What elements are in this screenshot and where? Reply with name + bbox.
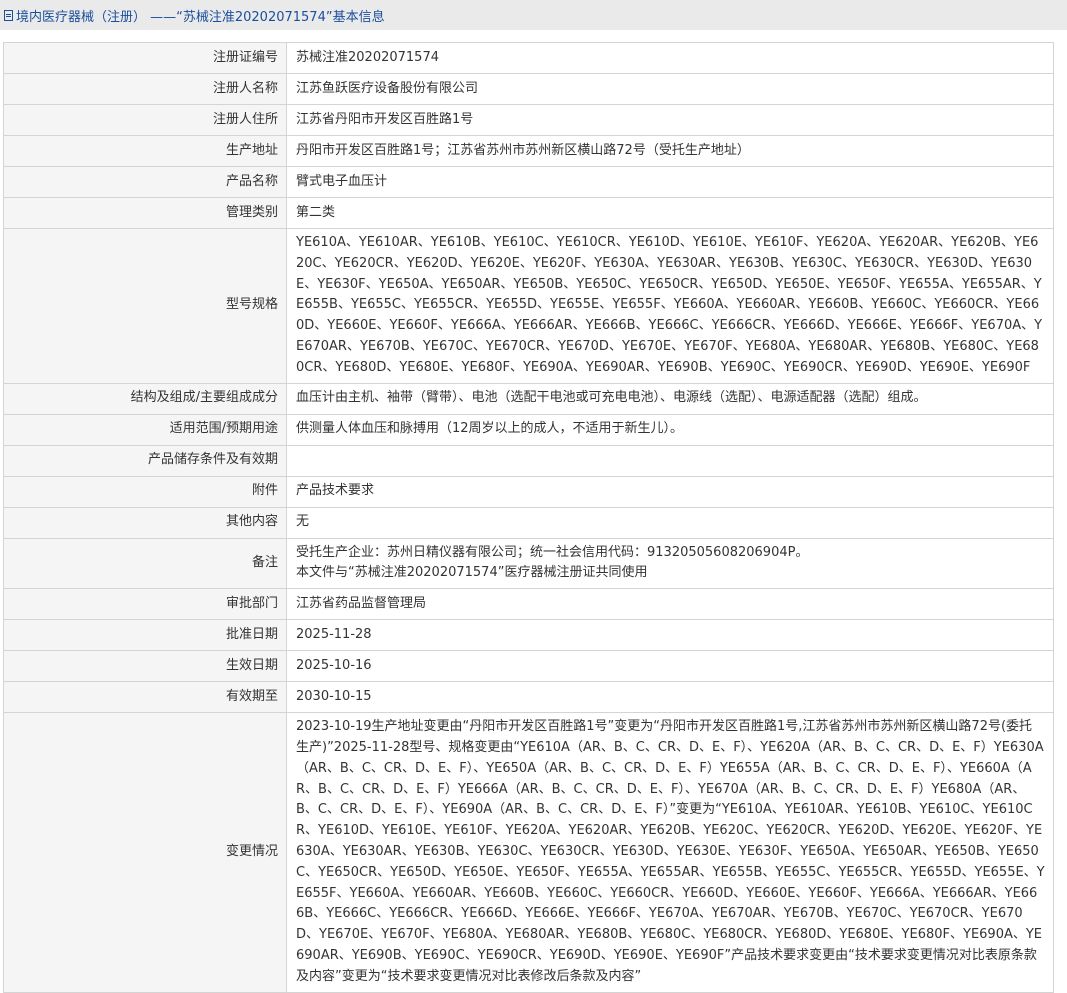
row-storage: 产品储存条件及有效期 xyxy=(3,444,1054,477)
row-value: 丹阳市开发区百胜路1号；江苏省苏州市苏州新区横山路72号（受托生产地址） xyxy=(286,135,1054,167)
row-label: 其他内容 xyxy=(3,506,287,539)
row-label: 注册证编号 xyxy=(3,42,287,74)
row-value: 江苏省丹阳市开发区百胜路1号 xyxy=(286,104,1054,136)
row-department: 审批部门 江苏省药品监督管理局 xyxy=(3,588,1054,621)
page-header: 境内医疗器械（注册） ——“苏械注准20202071574”基本信息 xyxy=(0,0,1067,30)
row-reg-no: 注册证编号 苏械注准20202071574 xyxy=(3,42,1054,74)
row-value: 2023-10-19生产地址变更由“丹阳市开发区百胜路1号”变更为“丹阳市开发区… xyxy=(286,712,1054,993)
row-label: 变更情况 xyxy=(3,712,287,993)
row-value: 2025-10-16 xyxy=(286,650,1054,683)
row-residence: 注册人住所 江苏省丹阳市开发区百胜路1号 xyxy=(3,104,1054,136)
row-value: 2025-11-28 xyxy=(286,619,1054,652)
row-expiry-date: 有效期至 2030-10-15 xyxy=(3,681,1054,714)
page-title: 境内医疗器械（注册） ——“苏械注准20202071574”基本信息 xyxy=(16,9,385,25)
row-effective-date: 生效日期 2025-10-16 xyxy=(3,650,1054,683)
row-label: 附件 xyxy=(3,475,287,508)
row-label: 备注 xyxy=(3,537,287,590)
row-other: 其他内容 无 xyxy=(3,506,1054,539)
row-label: 型号规格 xyxy=(3,228,287,384)
row-structure: 结构及组成/主要组成成分 血压计由主机、袖带（臂带）、电池（选配干电池或可充电电… xyxy=(3,382,1054,415)
row-value: 无 xyxy=(286,506,1054,539)
row-value: 江苏鱼跃医疗设备股份有限公司 xyxy=(286,73,1054,105)
row-label: 产品储存条件及有效期 xyxy=(3,444,287,477)
row-value: 苏械注准20202071574 xyxy=(286,42,1054,74)
row-attachment: 附件 产品技术要求 xyxy=(3,475,1054,508)
row-label: 审批部门 xyxy=(3,588,287,621)
row-product-name: 产品名称 臂式电子血压计 xyxy=(3,166,1054,198)
row-label: 有效期至 xyxy=(3,681,287,714)
row-value xyxy=(286,444,1054,477)
row-label: 管理类别 xyxy=(3,197,287,229)
row-label: 注册人住所 xyxy=(3,104,287,136)
row-value: 2030-10-15 xyxy=(286,681,1054,714)
row-value: 产品技术要求 xyxy=(286,475,1054,508)
row-approve-date: 批准日期 2025-11-28 xyxy=(3,619,1054,652)
info-table-wrapper: 注册证编号 苏械注准20202071574 注册人名称 江苏鱼跃医疗设备股份有限… xyxy=(3,42,1054,993)
row-category: 管理类别 第二类 xyxy=(3,197,1054,229)
row-label: 适用范围/预期用途 xyxy=(3,413,287,446)
row-label: 批准日期 xyxy=(3,619,287,652)
row-label: 生效日期 xyxy=(3,650,287,683)
row-registrant: 注册人名称 江苏鱼跃医疗设备股份有限公司 xyxy=(3,73,1054,105)
row-value: 受托生产企业：苏州日精仪器有限公司；统一社会信用代码：9132050560820… xyxy=(286,537,1054,590)
row-label: 注册人名称 xyxy=(3,73,287,105)
row-label: 产品名称 xyxy=(3,166,287,198)
document-icon xyxy=(4,9,13,21)
row-value: 供测量人体血压和脉搏用（12周岁以上的成人，不适用于新生儿）。 xyxy=(286,413,1054,446)
row-value: 第二类 xyxy=(286,197,1054,229)
row-production-address: 生产地址 丹阳市开发区百胜路1号；江苏省苏州市苏州新区横山路72号（受托生产地址… xyxy=(3,135,1054,167)
row-value: YE610A、YE610AR、YE610B、YE610C、YE610CR、YE6… xyxy=(286,228,1054,384)
row-models: 型号规格 YE610A、YE610AR、YE610B、YE610C、YE610C… xyxy=(3,228,1054,384)
row-value: 江苏省药品监督管理局 xyxy=(286,588,1054,621)
row-value: 臂式电子血压计 xyxy=(286,166,1054,198)
row-value: 血压计由主机、袖带（臂带）、电池（选配干电池或可充电电池）、电源线（选配）、电源… xyxy=(286,382,1054,415)
remark-text: 受托生产企业：苏州日精仪器有限公司；统一社会信用代码：9132050560820… xyxy=(296,544,809,581)
row-label: 结构及组成/主要组成成分 xyxy=(3,382,287,415)
row-changes: 变更情况 2023-10-19生产地址变更由“丹阳市开发区百胜路1号”变更为“丹… xyxy=(3,712,1054,993)
row-remark: 备注 受托生产企业：苏州日精仪器有限公司；统一社会信用代码：9132050560… xyxy=(3,537,1054,590)
row-label: 生产地址 xyxy=(3,135,287,167)
row-usage: 适用范围/预期用途 供测量人体血压和脉搏用（12周岁以上的成人，不适用于新生儿）… xyxy=(3,413,1054,446)
info-table: 注册证编号 苏械注准20202071574 注册人名称 江苏鱼跃医疗设备股份有限… xyxy=(3,42,1054,993)
